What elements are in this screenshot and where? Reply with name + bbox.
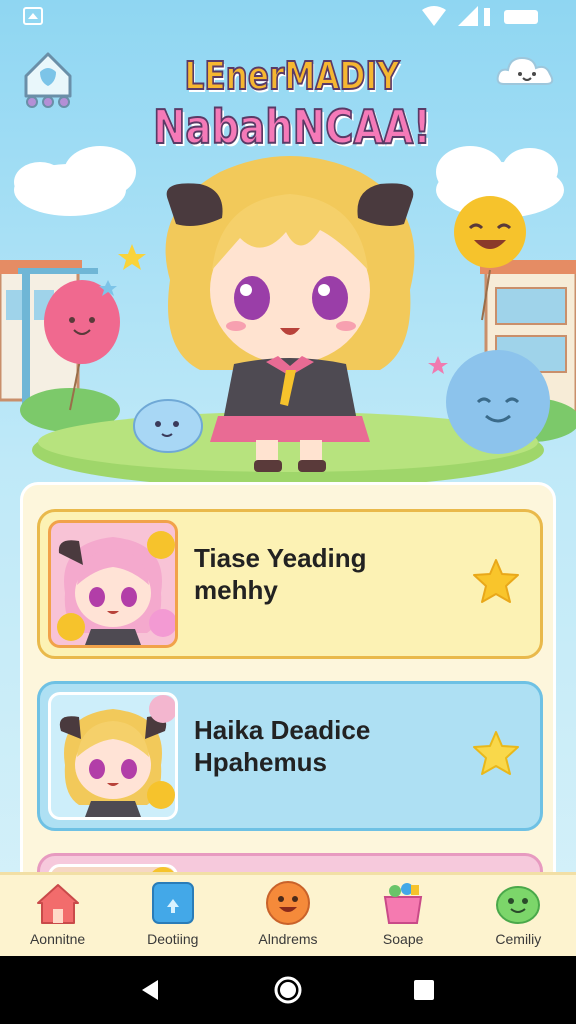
nav-item-fifth[interactable]: Cemiliy [468, 875, 568, 959]
blue-ball [446, 350, 550, 454]
content-panel: Tiase Yeading mehhy Haika Deadice Hpahem… [20, 482, 556, 882]
nav-item-third[interactable]: Alndrems [238, 875, 338, 959]
back-icon[interactable] [134, 974, 166, 1006]
nav-label: Deotiing [147, 931, 199, 947]
house-icon [36, 884, 79, 924]
blonde-character-icon [59, 695, 175, 817]
home-icon[interactable] [20, 46, 76, 108]
nav-label: Aonnitne [29, 931, 86, 947]
status-icons [422, 6, 538, 26]
bottom-nav: Aonnitne Deotiing Alndrems Soape Cemiliy [0, 872, 576, 956]
card-thumbnail [48, 692, 178, 820]
cloud-face-icon[interactable] [494, 48, 558, 92]
signal-bar-icon [484, 8, 490, 26]
wifi-icon [422, 6, 446, 26]
home-button-icon[interactable] [272, 974, 304, 1006]
list-card[interactable]: Haika Deadice Hpahemus [37, 681, 543, 831]
nav-label: Soape [382, 931, 424, 947]
battery-icon [504, 10, 538, 24]
status-bar [0, 0, 576, 32]
cloud-creature [133, 399, 203, 453]
card-title: Haika Deadice Hpahemus [194, 715, 371, 777]
signal-icon [458, 6, 478, 26]
blue-box-icon [151, 882, 194, 924]
nav-label: Alndrems [258, 931, 318, 947]
green-blob-icon [496, 886, 541, 924]
nav-label: Cemiliy [495, 931, 542, 947]
nav-item-second[interactable]: Deotiing [123, 875, 223, 959]
card-thumbnail [48, 520, 178, 648]
favorite-star-icon[interactable] [470, 728, 522, 780]
favorite-star-icon[interactable] [470, 556, 522, 608]
cloud-left [14, 146, 136, 216]
orange-face-icon [265, 881, 310, 925]
recent-apps-icon[interactable] [408, 974, 440, 1006]
app-title-line1: LEnerMADIY [184, 53, 401, 99]
toy-bucket-icon [383, 883, 423, 924]
card-title: Tiase Yeading mehhy [194, 543, 367, 605]
list-card[interactable]: Tiase Yeading mehhy [37, 509, 543, 659]
system-nav-bar [0, 956, 576, 1024]
nav-item-fourth[interactable]: Soape [353, 875, 453, 959]
nav-item-home[interactable]: Aonnitne [8, 875, 108, 959]
hero-illustration [0, 146, 576, 488]
pink-character-icon [57, 531, 175, 645]
notification-icon [23, 7, 43, 25]
